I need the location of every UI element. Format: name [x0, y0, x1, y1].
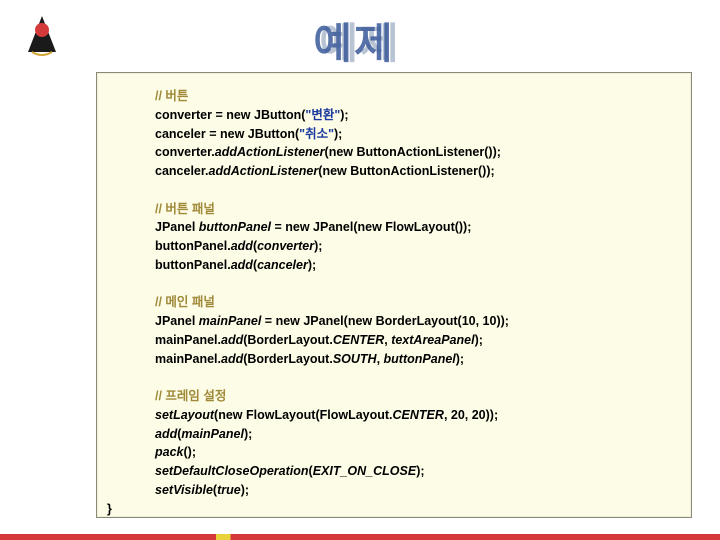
- code-line: converter.addActionListener(new ButtonAc…: [155, 143, 673, 162]
- code-line: buttonPanel.add(canceler);: [155, 256, 673, 275]
- code-line: buttonPanel.add(converter);: [155, 237, 673, 256]
- code-line: canceler = new JButton("취소");: [155, 125, 673, 144]
- title-text: 예제: [0, 10, 714, 71]
- code-block: // 버튼 converter = new JButton("변환"); can…: [96, 72, 692, 518]
- comment: // 버튼 패널: [155, 202, 215, 216]
- code-line: pack();: [155, 443, 673, 462]
- bottom-accent-bar: [0, 534, 720, 540]
- code-line: add(mainPanel);: [155, 425, 673, 444]
- code-line: mainPanel.add(BorderLayout.CENTER, textA…: [155, 331, 673, 350]
- code-line: JPanel buttonPanel = new JPanel(new Flow…: [155, 218, 673, 237]
- comment: // 프레임 설정: [155, 389, 226, 403]
- code-line: setLayout(new FlowLayout(FlowLayout.CENT…: [155, 406, 673, 425]
- code-line: canceler.addActionListener(new ButtonAct…: [155, 162, 673, 181]
- code-line: setVisible(true);: [155, 481, 673, 500]
- slide-title: 예제 예제: [0, 10, 720, 71]
- comment: // 메인 패널: [155, 295, 215, 309]
- code-line: setDefaultCloseOperation(EXIT_ON_CLOSE);: [155, 462, 673, 481]
- code-line: mainPanel.add(BorderLayout.SOUTH, button…: [155, 350, 673, 369]
- closing-brace: }: [107, 502, 112, 516]
- code-line: converter = new JButton("변환");: [155, 106, 673, 125]
- code-line: JPanel mainPanel = new JPanel(new Border…: [155, 312, 673, 331]
- comment: // 버튼: [155, 89, 188, 103]
